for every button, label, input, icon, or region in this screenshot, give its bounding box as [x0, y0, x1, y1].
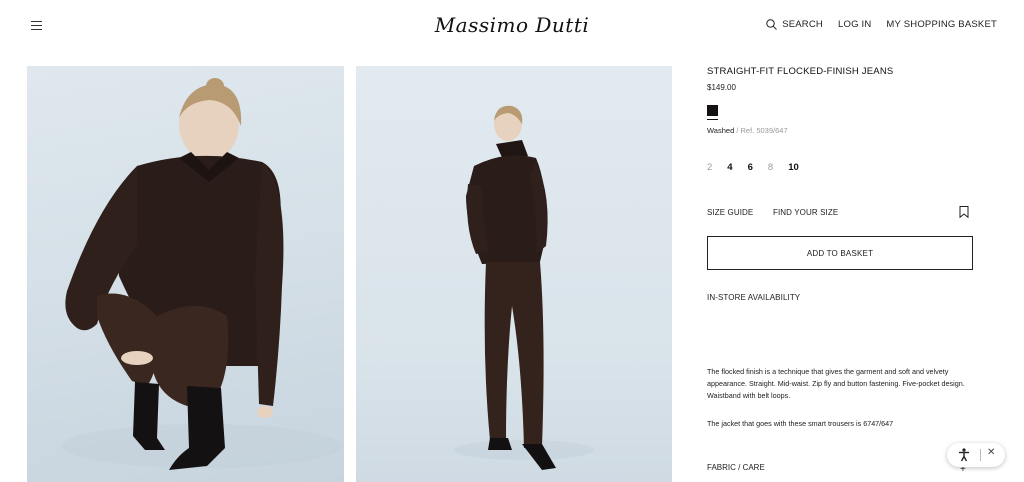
color-swatch[interactable] [707, 105, 718, 116]
product-description: The flocked finish is a technique that g… [707, 367, 965, 400]
bookmark-icon[interactable] [959, 206, 969, 218]
matching-jacket-note: The jacket that goes with these smart tr… [707, 419, 894, 428]
accessibility-widget: ✕ [947, 443, 1005, 467]
size-selector: 2 4 6 8 10 [707, 162, 814, 173]
color-reference: Washed / Ref. 5039/647 [707, 126, 788, 135]
search-label: SEARCH [782, 19, 823, 30]
size-option[interactable]: 2 [707, 162, 712, 173]
widget-divider [980, 449, 981, 461]
size-option[interactable]: 6 [748, 162, 753, 173]
shopping-basket-link[interactable]: MY SHOPPING BASKET [886, 19, 997, 30]
accessibility-icon[interactable] [958, 448, 970, 462]
find-your-size-link[interactable]: FIND YOUR SIZE [773, 208, 838, 217]
header-nav: SEARCH LOG IN MY SHOPPING BASKET [751, 19, 997, 30]
size-option[interactable]: 10 [788, 162, 799, 173]
fabric-care-toggle[interactable]: FABRIC / CARE [707, 463, 765, 472]
add-to-basket-button[interactable]: ADD TO BASKET [707, 236, 973, 270]
search-button[interactable]: SEARCH [766, 19, 823, 30]
product-title: STRAIGHT-FIT FLOCKED-FINISH JEANS [707, 66, 894, 77]
swatch-selected-indicator [707, 119, 718, 120]
product-image-standing[interactable] [356, 66, 672, 482]
search-icon [766, 19, 778, 30]
color-name: Washed [707, 126, 735, 135]
site-header: Massimo Dutti SEARCH LOG IN MY SHOPPING … [0, 0, 1024, 52]
size-option[interactable]: 4 [727, 162, 732, 173]
close-icon[interactable]: ✕ [987, 447, 995, 458]
login-link[interactable]: LOG IN [838, 19, 871, 30]
product-price: $149.00 [707, 83, 736, 92]
size-option[interactable]: 8 [768, 162, 773, 173]
in-store-availability-link[interactable]: IN-STORE AVAILABILITY [707, 293, 800, 302]
size-guide-link[interactable]: SIZE GUIDE [707, 208, 753, 217]
product-image-crouching[interactable] [27, 66, 344, 482]
product-reference: / Ref. 5039/647 [734, 126, 788, 135]
